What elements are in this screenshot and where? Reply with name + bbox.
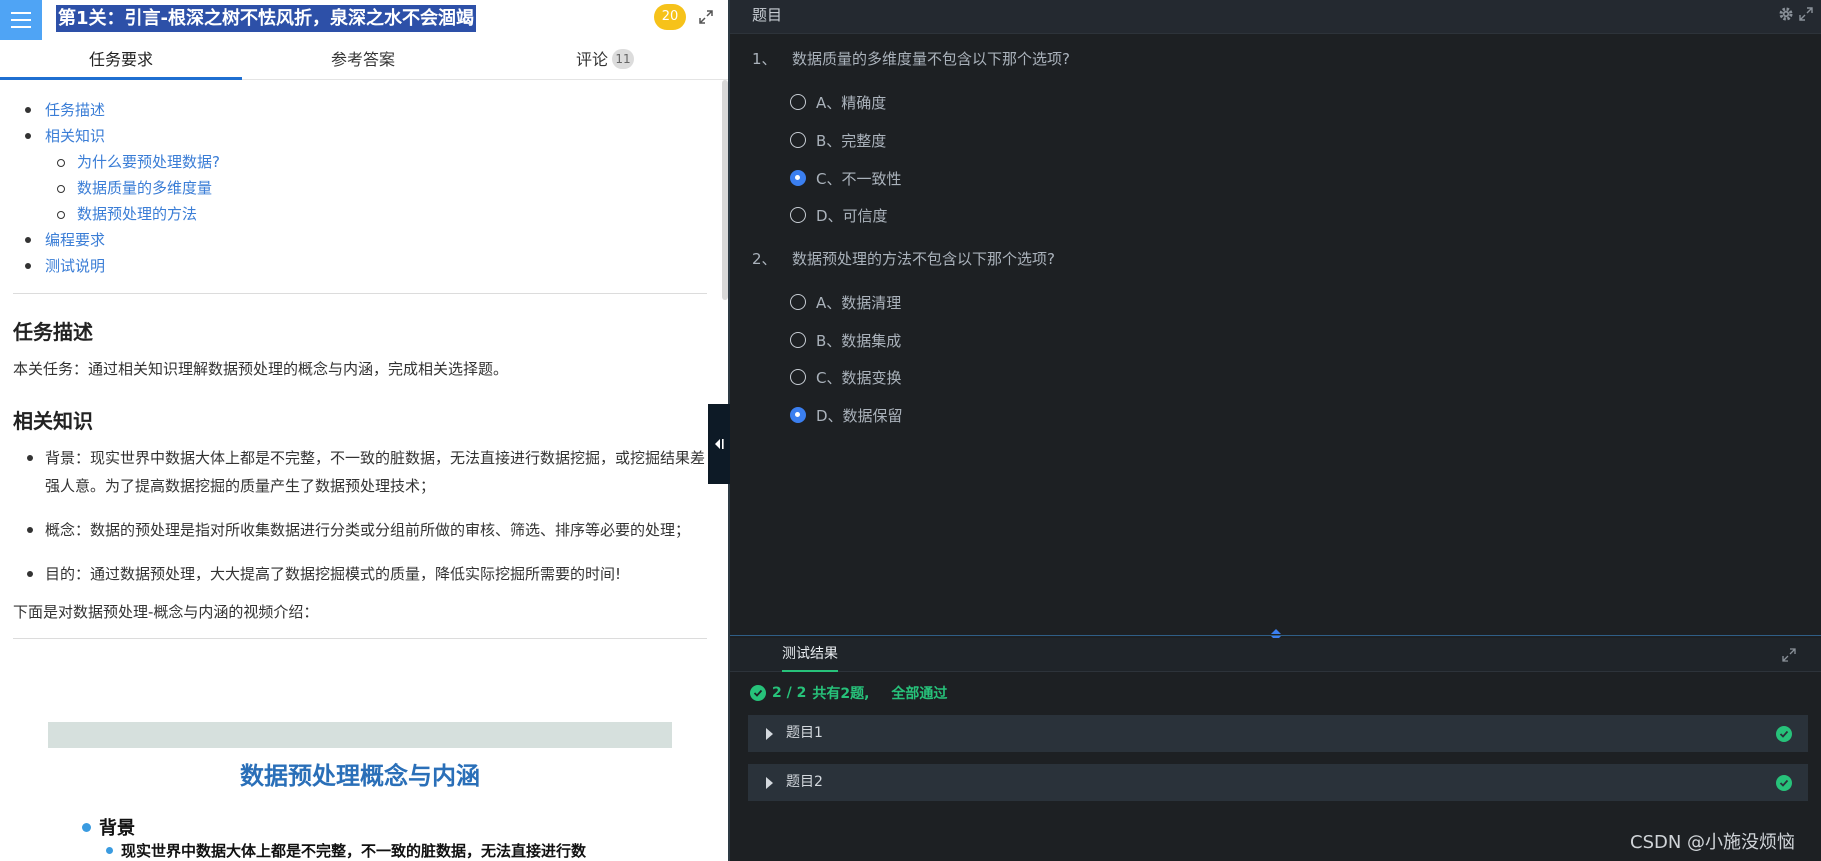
quiz-panel: 题目 1、 数据质量的多维度量不包含以下那个选项? A、精确度 B、完整度 C、… xyxy=(730,0,1821,861)
task-tabs: 任务要求 参考答案 评论 11 xyxy=(0,40,728,80)
menu-button[interactable] xyxy=(0,0,42,40)
tab-comments[interactable]: 评论 11 xyxy=(484,40,726,79)
check-circle-icon xyxy=(1776,726,1792,742)
caret-right-icon xyxy=(766,777,773,789)
check-circle-icon xyxy=(1776,775,1792,791)
toc-sublist: 为什么要预处理数据? 数据质量的多维度量 数据预处理的方法 xyxy=(57,149,707,227)
radio-button[interactable] xyxy=(790,132,806,148)
task-title: 第1关：引言-根深之树不怯风折，泉深之水不会涸竭 xyxy=(56,5,476,32)
radio-button-selected[interactable] xyxy=(790,407,806,423)
video-intro-text: 下面是对数据预处理-概念与内涵的视频介绍： xyxy=(13,603,319,621)
toc-link-programming-requirements[interactable]: 编程要求 xyxy=(25,227,707,253)
caret-right-icon xyxy=(766,728,773,740)
video-slide-subbullet: 现实世界中数据大体上都是不完整，不一致的脏数据，无法直接进行数 xyxy=(106,840,586,861)
tab-reference-answer[interactable]: 参考答案 xyxy=(242,40,484,79)
toc-link-related-knowledge[interactable]: 相关知识 为什么要预处理数据? 数据质量的多维度量 数据预处理的方法 xyxy=(25,123,707,227)
task-panel: 第1关：引言-根深之树不怯风折，泉深之水不会涸竭 20 任务要求 参考答案 评论… xyxy=(0,0,728,861)
result-row-question-1[interactable]: 题目1 xyxy=(748,715,1808,752)
results-total: 共有2题, xyxy=(812,686,870,702)
gear-icon[interactable] xyxy=(1778,6,1794,22)
results-score: 2 / 2 xyxy=(772,685,807,701)
tab-task-requirements[interactable]: 任务要求 xyxy=(0,40,242,80)
video-slide-bullet: 背景 xyxy=(82,814,135,840)
question-1-option-a[interactable]: A、精确度 xyxy=(790,91,886,113)
tab-test-results[interactable]: 测试结果 xyxy=(782,638,838,672)
question-1-option-d[interactable]: D、可信度 xyxy=(790,204,888,226)
question-1-option-c[interactable]: C、不一致性 xyxy=(790,167,901,189)
result-row-question-2[interactable]: 题目2 xyxy=(748,764,1808,801)
list-item: 目的：通过数据预处理，大大提高了数据挖掘模式的质量，降低实际挖掘所需要的时间! xyxy=(13,560,707,588)
question-text: 数据质量的多维度量不包含以下那个选项? xyxy=(792,50,1070,68)
results-summary: 2 / 2 共有2题, 全部通过 xyxy=(750,682,947,704)
task-description-text: 本关任务：通过相关知识理解数据预处理的概念与内涵，完成相关选择题。 xyxy=(13,360,509,378)
question-2-option-d[interactable]: D、数据保留 xyxy=(790,404,903,426)
list-item: 背景：现实世界中数据大体上都是不完整，不一致的脏数据，无法直接进行数据挖掘，或挖… xyxy=(13,444,707,500)
section-heading-related-knowledge: 相关知识 xyxy=(13,409,93,433)
video-player[interactable]: 数据预处理概念与内涵 背景 现实世界中数据大体上都是不完整，不一致的脏数据，无法… xyxy=(48,722,672,861)
quiz-header: 题目 xyxy=(730,0,1821,34)
toc-link-task-description[interactable]: 任务描述 xyxy=(25,97,707,123)
check-circle-icon xyxy=(750,685,766,701)
divider xyxy=(13,293,707,294)
task-topbar: 第1关：引言-根深之树不怯风折，泉深之水不会涸竭 20 xyxy=(0,0,728,40)
radio-button[interactable] xyxy=(790,332,806,348)
fullscreen-icon[interactable] xyxy=(1798,6,1814,22)
task-content: 任务描述 相关知识 为什么要预处理数据? 数据质量的多维度量 数据预处理的方法 … xyxy=(13,80,707,639)
question-text: 数据预处理的方法不包含以下那个选项? xyxy=(792,250,1055,268)
bullet-icon xyxy=(106,847,113,854)
list-item: 概念：数据的预处理是指对所收集数据进行分类或分组前所做的审核、筛选、排序等必要的… xyxy=(13,516,707,544)
watermark: CSDN @小施没烦恼 xyxy=(1630,832,1796,853)
fullscreen-icon[interactable] xyxy=(1782,648,1796,662)
radio-button[interactable] xyxy=(790,207,806,223)
collapse-panel-button[interactable] xyxy=(708,404,730,484)
toc-link-quality-dimensions[interactable]: 数据质量的多维度量 xyxy=(57,175,707,201)
quiz-header-title: 题目 xyxy=(752,6,783,24)
score-badge: 20 xyxy=(654,4,686,30)
video-topbar xyxy=(48,722,672,748)
radio-button[interactable] xyxy=(790,294,806,310)
radio-button[interactable] xyxy=(790,94,806,110)
divider xyxy=(13,638,707,639)
toc-link-preprocess-methods[interactable]: 数据预处理的方法 xyxy=(57,201,707,227)
question-2-option-b[interactable]: B、数据集成 xyxy=(790,329,901,351)
toc-link-test-instructions[interactable]: 测试说明 xyxy=(25,253,707,279)
bullet-icon xyxy=(82,823,91,832)
video-slide-title: 数据预处理概念与内涵 xyxy=(240,762,480,790)
radio-button-selected[interactable] xyxy=(790,170,806,186)
table-of-contents: 任务描述 相关知识 为什么要预处理数据? 数据质量的多维度量 数据预处理的方法 … xyxy=(25,97,707,279)
menu-icon xyxy=(11,12,31,14)
knowledge-list: 背景：现实世界中数据大体上都是不完整，不一致的脏数据，无法直接进行数据挖掘，或挖… xyxy=(13,444,707,588)
collapse-left-icon xyxy=(715,439,724,449)
question-2-option-c[interactable]: C、数据变换 xyxy=(790,366,901,388)
question-number: 2、 xyxy=(752,250,777,268)
question-1-option-b[interactable]: B、完整度 xyxy=(790,129,886,151)
results-status: 全部通过 xyxy=(891,686,948,702)
results-header: 测试结果 xyxy=(730,638,1821,672)
question-2-option-a[interactable]: A、数据清理 xyxy=(790,291,901,313)
comment-count-badge: 11 xyxy=(612,49,634,69)
question-number: 1、 xyxy=(752,50,777,68)
radio-button[interactable] xyxy=(790,369,806,385)
toc-link-why-preprocess[interactable]: 为什么要预处理数据? xyxy=(57,149,707,175)
section-heading-task-description: 任务描述 xyxy=(13,320,93,344)
fullscreen-icon[interactable] xyxy=(697,8,715,26)
